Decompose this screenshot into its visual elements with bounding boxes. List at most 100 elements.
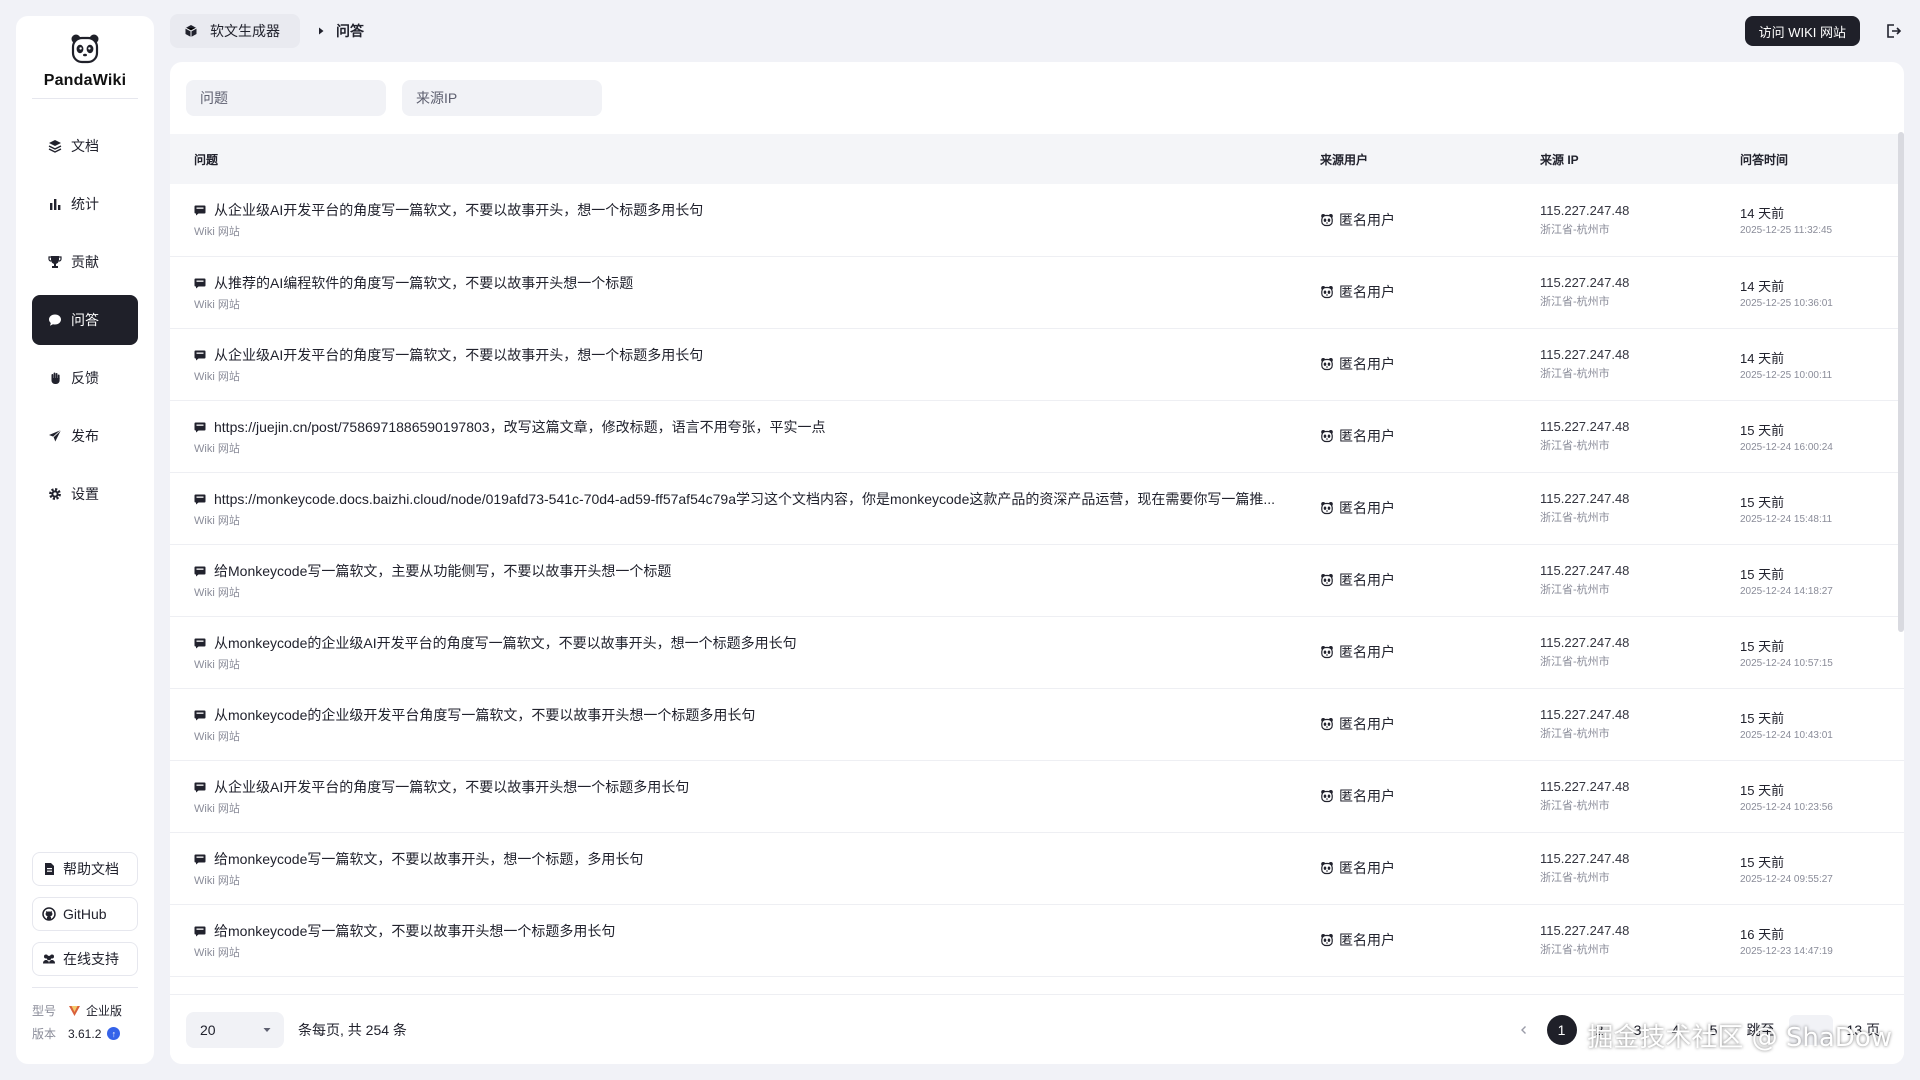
question-cell: 从企业级AI开发平台的角度写一篇软文，不要以故事开头，想一个标题多用长句 Wik…: [170, 184, 1296, 256]
nav-item-statistics[interactable]: 统计: [32, 179, 138, 229]
nav-item-documents[interactable]: 文档: [32, 121, 138, 171]
ip-cell: 115.227.247.48 浙江省-杭州市: [1516, 256, 1716, 328]
time-cell: 15 天前 2025-12-24 15:48:11: [1716, 472, 1904, 544]
table-row[interactable]: 从monkeycode的企业级AI开发平台的角度写一篇软文，不要以故事开头，想一…: [170, 616, 1904, 688]
enterprise-badge-icon: [69, 1006, 80, 1016]
ip-cell: 115.227.247.48 浙江省-杭州市: [1516, 904, 1716, 976]
user-name: 匿名用户: [1339, 644, 1395, 660]
ip-location: 浙江省-杭州市: [1540, 944, 1610, 956]
user-cell: 匿名用户: [1296, 328, 1516, 400]
question-text: 从monkeycode的企业级AI开发平台的角度写一篇软文，不要以故事开头，想一…: [214, 634, 797, 651]
hand-icon: [48, 371, 62, 385]
question-cell: 从企业级AI开发平台的角度写一篇软文，不要以故事开头，想一个标题多用长句 Wik…: [170, 328, 1296, 400]
question-text: 从企业级AI开发平台的角度写一篇软文，不要以故事开头，想一个标题多用长句: [214, 202, 704, 219]
ip-cell: 115.227.247.48 浙江省-杭州市: [1516, 760, 1716, 832]
github-icon: [42, 907, 56, 921]
table-row[interactable]: 从企业级AI开发平台的角度写一篇软文，不要以故事开头想一个标题多用长句 Wiki…: [170, 760, 1904, 832]
page-size-select[interactable]: 20: [186, 1011, 284, 1048]
page-button-5[interactable]: 5: [1699, 1015, 1729, 1045]
logout-icon[interactable]: [1884, 22, 1902, 40]
message-icon: [194, 781, 206, 793]
app-logo[interactable]: PandaWiki: [44, 32, 127, 90]
ip-location: 浙江省-杭州市: [1540, 223, 1610, 236]
ip-address: 115.227.247.48: [1540, 275, 1630, 290]
github-label: GitHub: [63, 906, 107, 922]
nav-item-contribution[interactable]: 贡献: [32, 237, 138, 287]
page-button-2[interactable]: 2: [1585, 1015, 1615, 1045]
ip-location: 浙江省-杭州市: [1540, 584, 1610, 596]
absolute-time: 2025-12-23 14:47:19: [1740, 945, 1833, 957]
ip-location: 浙江省-杭州市: [1540, 368, 1610, 380]
question-search-input[interactable]: [186, 80, 386, 116]
model-label: 型号: [32, 1004, 57, 1018]
table-row[interactable]: 给monkeycode写一篇软文，不要以故事开头，想一个标题，多用长句 Wiki…: [170, 832, 1904, 904]
ip-location: 浙江省-杭州市: [1540, 656, 1610, 668]
user-name: 匿名用户: [1339, 572, 1395, 588]
absolute-time: 2025-12-24 10:57:15: [1740, 657, 1833, 669]
update-arrow-icon[interactable]: ↑: [107, 1027, 121, 1040]
user-cell: 匿名用户: [1296, 472, 1516, 544]
panda-avatar-icon: [1320, 717, 1334, 731]
vertical-scrollbar[interactable]: [1898, 132, 1904, 632]
nav-item-settings[interactable]: 设置: [32, 469, 138, 519]
time-cell: 16 天前 2025-12-23 14:47:19: [1716, 904, 1904, 976]
panda-avatar-icon: [1320, 285, 1334, 299]
panda-avatar-icon: [1320, 357, 1334, 371]
qa-table: 问题 来源用户 来源 IP 问答时间 从企业级AI开发平台的角度写一篇软文，不要…: [170, 134, 1904, 977]
model-row: 型号 企业版: [32, 1002, 138, 1019]
nav-item-qa[interactable]: 问答: [32, 295, 138, 345]
question-line: 从企业级AI开发平台的角度写一篇软文，不要以故事开头想一个标题多用长句: [194, 777, 1296, 797]
source-user: 匿名用户: [1320, 858, 1516, 878]
time-cell: 15 天前 2025-12-24 09:55:27: [1716, 832, 1904, 904]
table-row[interactable]: 从企业级AI开发平台的角度写一篇软文，不要以故事开头，想一个标题多用长句 Wik…: [170, 184, 1904, 256]
page-size-value: 20: [200, 1021, 216, 1038]
table-row[interactable]: https://monkeycode.docs.baizhi.cloud/nod…: [170, 472, 1904, 544]
gear-icon: [48, 487, 62, 501]
table-row[interactable]: 从企业级AI开发平台的角度写一篇软文，不要以故事开头，想一个标题多用长句 Wik…: [170, 328, 1904, 400]
page-button-1[interactable]: 1: [1546, 1014, 1577, 1045]
message-icon: [194, 421, 206, 433]
main-nav: 文档 统计 贡献 问答 反馈 发布 设置: [32, 121, 138, 519]
table-row[interactable]: 给Monkeycode写一篇软文，主要从功能侧写，不要以故事开头想一个标题 Wi…: [170, 544, 1904, 616]
question-cell: https://juejin.cn/post/75869718865901978…: [170, 400, 1296, 472]
model-text: 企业版: [86, 1004, 123, 1018]
page-button-4[interactable]: 4: [1661, 1015, 1691, 1045]
chat-bubble-icon: [48, 313, 62, 327]
time-cell: 14 天前 2025-12-25 10:00:11: [1716, 328, 1904, 400]
prev-page-icon[interactable]: [1509, 1015, 1539, 1045]
panda-avatar-icon: [1320, 789, 1334, 803]
user-cell: 匿名用户: [1296, 184, 1516, 256]
nav-label: 问答: [71, 312, 99, 328]
question-cell: 给monkeycode写一篇软文，不要以故事开头，想一个标题，多用长句 Wiki…: [170, 832, 1296, 904]
online-support-label: 在线支持: [63, 951, 119, 967]
logo-divider: [32, 98, 138, 99]
github-button[interactable]: GitHub: [32, 897, 138, 931]
table-row[interactable]: 从推荐的AI编程软件的角度写一篇软文，不要以故事开头想一个标题 Wiki 网站 …: [170, 256, 1904, 328]
nav-item-feedback[interactable]: 反馈: [32, 353, 138, 403]
visit-wiki-button[interactable]: 访问 WIKI 网站: [1744, 16, 1860, 46]
panda-avatar-icon: [1320, 213, 1334, 227]
source-user: 匿名用户: [1320, 498, 1516, 518]
panda-avatar-icon: [1320, 861, 1334, 875]
jump-page-input[interactable]: [1788, 1014, 1833, 1045]
table-row[interactable]: 给monkeycode写一篇软文，不要以故事开头想一个标题多用长句 Wiki 网…: [170, 904, 1904, 976]
table-row[interactable]: https://juejin.cn/post/75869718865901978…: [170, 400, 1904, 472]
top-bar: 软文生成器 问答 访问 WIKI 网站: [170, 14, 1904, 48]
message-icon: [194, 925, 206, 937]
table-row[interactable]: 从monkeycode的企业级开发平台角度写一篇软文，不要以故事开头想一个标题多…: [170, 688, 1904, 760]
table-header: 问题 来源用户 来源 IP 问答时间: [170, 134, 1904, 184]
ip-search-input[interactable]: [402, 80, 602, 116]
breadcrumb-app-label: 软文生成器: [210, 23, 280, 39]
page-button-3[interactable]: 3: [1623, 1015, 1653, 1045]
help-docs-button[interactable]: 帮助文档: [32, 852, 138, 886]
breadcrumb-app[interactable]: 软文生成器: [170, 14, 300, 48]
question-text: https://juejin.cn/post/75869718865901978…: [214, 418, 826, 435]
qa-panel: 问题 来源用户 来源 IP 问答时间 从企业级AI开发平台的角度写一篇软文，不要…: [170, 62, 1904, 1064]
panda-avatar-icon: [1320, 429, 1334, 443]
question-line: 从企业级AI开发平台的角度写一篇软文，不要以故事开头，想一个标题多用长句: [194, 345, 1296, 365]
nav-item-publish[interactable]: 发布: [32, 411, 138, 461]
column-header-question: 问题: [194, 152, 219, 167]
user-name: 匿名用户: [1339, 788, 1395, 804]
online-support-button[interactable]: 在线支持: [32, 942, 138, 976]
model-value: 企业版: [68, 1002, 122, 1019]
